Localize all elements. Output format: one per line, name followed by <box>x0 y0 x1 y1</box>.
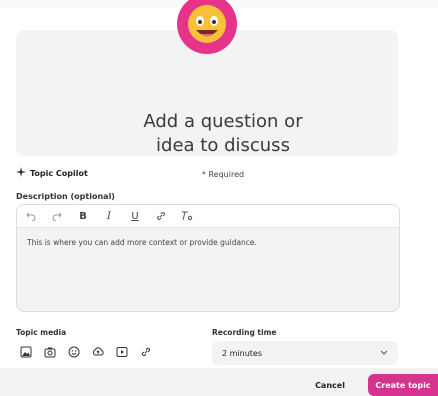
emoji-avatar-icon[interactable] <box>176 0 238 58</box>
image-icon[interactable] <box>18 344 34 360</box>
chevron-down-icon <box>380 349 388 358</box>
sparkle-icon <box>16 167 26 179</box>
description-placeholder: This is where you can add more context o… <box>27 238 257 247</box>
question-placeholder: Add a question or idea to discuss <box>16 110 430 158</box>
underline-icon[interactable]: U <box>127 208 143 224</box>
topic-copilot-button[interactable]: Topic Copilot <box>16 167 88 179</box>
cancel-button[interactable]: Cancel <box>303 374 357 396</box>
topic-media-label: Topic media <box>16 328 67 337</box>
italic-icon[interactable]: I <box>101 208 117 224</box>
create-topic-button[interactable]: Create topic <box>368 374 438 396</box>
upload-icon[interactable] <box>90 344 106 360</box>
link-icon[interactable] <box>153 208 169 224</box>
question-line-1: Add a question or <box>143 111 303 132</box>
redo-icon[interactable] <box>49 208 65 224</box>
description-textarea[interactable]: This is where you can add more context o… <box>17 228 399 311</box>
topic-media-toolbar <box>18 344 154 360</box>
video-icon[interactable] <box>114 344 130 360</box>
recording-time-value: 2 minutes <box>222 348 263 358</box>
clear-format-icon[interactable] <box>179 208 195 224</box>
description-label: Description (optional) <box>16 192 115 201</box>
recording-time-select[interactable]: 2 minutes <box>212 341 398 365</box>
topic-copilot-label: Topic Copilot <box>30 168 88 178</box>
editor-toolbar: B I U <box>17 205 399 228</box>
question-line-2: idea to discuss <box>156 135 290 156</box>
emoji-icon[interactable] <box>66 344 82 360</box>
bold-icon[interactable]: B <box>75 208 91 224</box>
undo-icon[interactable] <box>23 208 39 224</box>
camera-icon[interactable] <box>42 344 58 360</box>
link-icon[interactable] <box>138 344 154 360</box>
description-editor[interactable]: B I U This is where you can add more con… <box>16 204 400 312</box>
recording-time-label: Recording time <box>212 328 277 337</box>
